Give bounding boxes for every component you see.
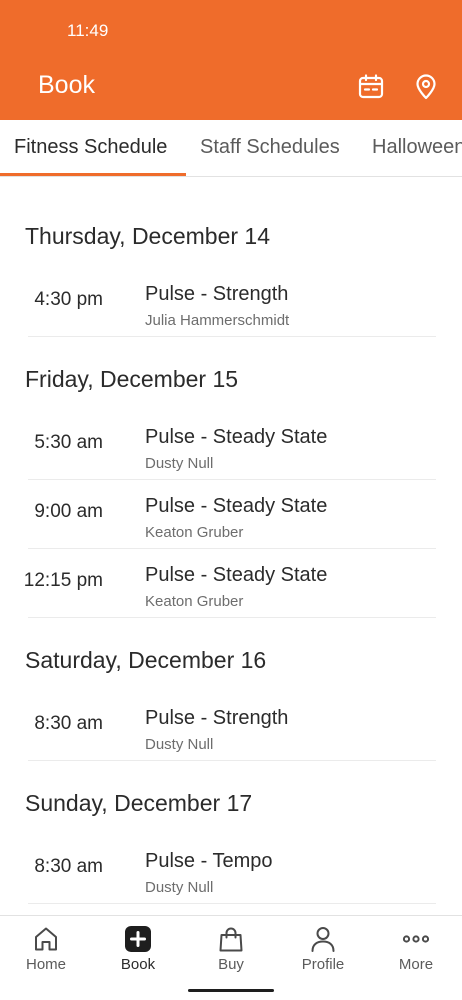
nav-label: Buy — [218, 956, 244, 973]
class-name: Pulse - Strength — [145, 707, 289, 729]
day-heading: Thursday, December 14 — [25, 223, 271, 249]
home-indicator — [188, 989, 274, 992]
class-row[interactable]: 4:30 pm Pulse - Strength Julia Hammersch… — [28, 269, 436, 337]
class-instructor: Dusty Null — [145, 879, 214, 896]
class-row[interactable]: 5:30 am Pulse - Steady State Dusty Null — [28, 412, 436, 480]
class-time: 8:30 am — [34, 713, 103, 734]
nav-label: More — [398, 956, 434, 973]
tab-fitness-schedule[interactable]: Fitness Schedule — [14, 136, 167, 159]
home-icon — [32, 925, 60, 953]
nav-profile[interactable]: Profile — [277, 916, 369, 986]
class-row[interactable]: 8:30 am Pulse - Tempo Dusty Null — [28, 836, 436, 904]
calendar-icon[interactable] — [356, 72, 386, 102]
schedule-list: Thursday, December 14 4:30 pm Pulse - St… — [0, 178, 462, 915]
day-heading: Saturday, December 16 — [25, 647, 267, 673]
nav-book[interactable]: Book — [92, 916, 184, 986]
class-name: Pulse - Steady State — [145, 495, 328, 517]
class-row[interactable]: 12:15 pm Pulse - Steady State Keaton Gru… — [24, 550, 436, 618]
class-name: Pulse - Tempo — [145, 850, 273, 872]
schedule-tabs: Fitness Schedule Staff Schedules Hallowe… — [0, 120, 462, 177]
tab-halloween[interactable]: Halloween — [372, 136, 462, 159]
shopping-bag-icon — [217, 925, 245, 953]
nav-label: Home — [25, 956, 66, 973]
class-row[interactable]: 8:30 am Pulse - Strength Dusty Null — [28, 693, 436, 761]
class-name: Pulse - Steady State — [145, 426, 328, 448]
class-name: Pulse - Steady State — [145, 564, 328, 586]
class-time: 12:15 pm — [23, 570, 103, 591]
active-tab-indicator — [0, 173, 186, 176]
more-dots-icon — [402, 925, 430, 953]
nav-home[interactable]: Home — [0, 916, 92, 986]
class-instructor: Dusty Null — [145, 455, 214, 472]
nav-label: Profile — [301, 956, 345, 973]
day-heading: Sunday, December 17 — [25, 790, 253, 816]
class-time: 8:30 am — [34, 856, 103, 877]
class-instructor: Dusty Null — [145, 736, 214, 753]
day-heading: Friday, December 15 — [25, 366, 239, 392]
nav-more[interactable]: More — [370, 916, 462, 986]
class-row[interactable]: 9:00 am Pulse - Steady State Keaton Grub… — [28, 481, 436, 549]
nav-label: Book — [120, 956, 156, 973]
class-name: Pulse - Strength — [145, 283, 289, 305]
class-time: 5:30 am — [34, 432, 103, 453]
person-icon — [309, 925, 337, 953]
plus-square-icon — [124, 925, 152, 953]
class-instructor: Julia Hammerschmidt — [145, 312, 290, 329]
location-pin-icon[interactable] — [411, 72, 441, 102]
page-title: Book — [38, 71, 95, 99]
bottom-nav: Home Book Buy Profile More — [0, 915, 462, 1000]
tab-staff-schedules[interactable]: Staff Schedules — [200, 136, 340, 159]
class-time: 9:00 am — [34, 501, 103, 522]
class-instructor: Keaton Gruber — [145, 524, 244, 541]
status-time: 11:49 — [67, 21, 109, 40]
app-header: 11:49 Book — [0, 0, 462, 120]
class-time: 4:30 pm — [34, 289, 103, 310]
class-instructor: Keaton Gruber — [145, 593, 244, 610]
nav-buy[interactable]: Buy — [185, 916, 277, 986]
